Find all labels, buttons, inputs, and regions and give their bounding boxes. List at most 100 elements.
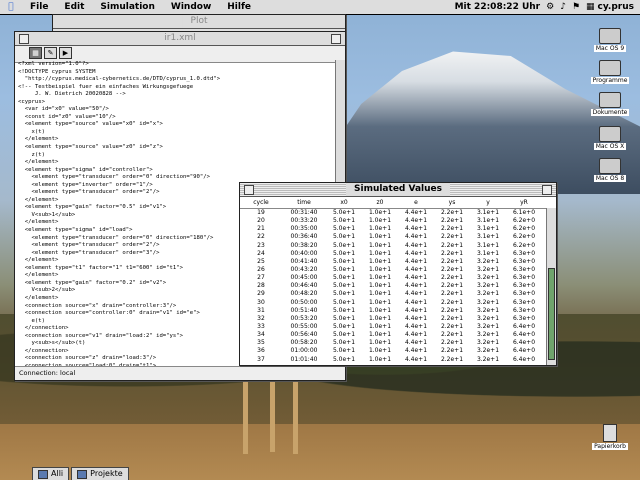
apple-menu-icon[interactable]:  [0, 2, 22, 12]
code-line: x(t) [18, 128, 45, 135]
table-cell: 3.1e+1 [476, 209, 500, 216]
xml-window-title: ir1.xml [156, 32, 204, 45]
desktop-icon-label: Dokumente [590, 109, 630, 116]
desktop-icon-programme[interactable]: Programme [585, 60, 635, 84]
desktop-icon-macos9[interactable]: Mac OS 9 [585, 28, 635, 52]
table-row: 25 00:41:40 5.0e+1 1.0e+1 4.4e+1 2.2e+1 3.2e+1… [240, 258, 546, 266]
table-cell: 2.2e+1 [440, 257, 464, 265]
table-cell: 6.1e+0 [512, 209, 536, 216]
table-row: 21 00:35:00 5.0e+1 1.0e+1 4.4e+1 2.2e+1 3.1e+1… [240, 225, 546, 233]
table-cell: 01:00:00 [290, 347, 318, 355]
xml-titlebar[interactable]: ir1.xml [15, 32, 345, 46]
table-cell: 1.0e+1 [368, 241, 392, 249]
table-cell: 4.4e+1 [404, 265, 428, 273]
menu-window[interactable]: Window [163, 2, 219, 12]
trash-icon[interactable]: Papierkorb [588, 424, 632, 450]
table-cell: 6.4e+0 [512, 347, 536, 355]
table-cell: 3.2e+1 [476, 314, 500, 322]
plot-titlebar[interactable]: Plot [53, 15, 345, 29]
application-menu[interactable]: ▦ cy.prus [586, 2, 634, 12]
tab-projekte[interactable]: Projekte [71, 467, 129, 480]
table-cell: 3.1e+1 [476, 217, 500, 225]
desktop-icon-label: Mac OS 8 [593, 175, 627, 182]
menu-simulation[interactable]: Simulation [92, 2, 163, 12]
table-cell: 3.2e+1 [476, 331, 500, 339]
desktop-icon-label: Programme [590, 77, 630, 84]
column-header[interactable]: e [398, 197, 434, 208]
zoom-box-icon[interactable] [331, 34, 341, 44]
grid-icon[interactable]: ▦ [29, 47, 42, 59]
zoom-box-icon[interactable] [542, 185, 552, 195]
code-line: <element type="transducer" order="0" dir… [18, 174, 210, 181]
table-cell: 2.2e+1 [440, 274, 464, 282]
close-box-icon[interactable] [19, 34, 29, 44]
table-cell: 00:55:00 [290, 322, 318, 330]
table-cell: 2.2e+1 [440, 314, 464, 322]
table-cell: 4.4e+1 [404, 217, 428, 225]
column-header[interactable]: y [470, 197, 506, 208]
column-header[interactable]: cycle [240, 197, 282, 208]
code-line: <!-- Testbeispiel fuer ein einfaches Wir… [18, 83, 194, 90]
table-cell: 6.3e+0 [512, 257, 536, 265]
table-cell: 00:53:20 [290, 314, 318, 322]
table-row: 26 00:43:20 5.0e+1 1.0e+1 4.4e+1 2.2e+1 3.2e+1… [240, 266, 546, 274]
column-header[interactable]: x0 [326, 197, 362, 208]
table-cell: 1.0e+1 [368, 339, 392, 347]
table-cell: 1.0e+1 [368, 282, 392, 290]
table-cell: 1.0e+1 [368, 265, 392, 273]
xml-status-bar: Connection: local [15, 366, 345, 380]
column-header[interactable]: z0 [362, 197, 398, 208]
desktop-icon-macos8[interactable]: Mac OS 8 [585, 158, 635, 182]
table-cell: 4.4e+1 [404, 290, 428, 298]
desktop-icon-macosx[interactable]: Mac OS X [585, 126, 635, 150]
table-cell: 3.1e+1 [476, 233, 500, 241]
edit-icon[interactable]: ✎ [44, 47, 57, 59]
table-cell: 5.0e+1 [332, 233, 356, 241]
sim-vertical-scrollbar[interactable] [546, 208, 556, 365]
sim-scroll-thumb[interactable] [548, 268, 555, 360]
table-cell: 2.2e+1 [440, 241, 464, 249]
table-cell: 4.4e+1 [404, 331, 428, 339]
menu-file[interactable]: File [22, 2, 56, 12]
table-cell: 32 [257, 314, 265, 322]
table-cell: 4.4e+1 [404, 274, 428, 282]
column-header[interactable]: ys [434, 197, 470, 208]
table-cell: 6.3e+0 [512, 265, 536, 273]
code-line: <!DOCTYPE cyprus SYSTEM [18, 68, 96, 75]
table-cell: 6.4e+0 [512, 355, 536, 363]
desktop-icon-dokumente[interactable]: Dokumente [585, 92, 635, 116]
column-header[interactable]: time [282, 197, 326, 208]
folder-icon [599, 92, 621, 108]
sim-table-body: 19 00:31:40 5.0e+1 1.0e+1 4.4e+1 2.2e+1 3.1e+1… [240, 209, 556, 364]
table-cell: 6.4e+0 [512, 331, 536, 339]
simulated-values-window[interactable]: Simulated Values cycle time x0 z0 e ys y yR 19 0… [239, 182, 557, 366]
table-cell: 4.4e+1 [404, 314, 428, 322]
code-line: </element> [18, 159, 59, 166]
table-cell: 4.4e+1 [404, 298, 428, 306]
menu-edit[interactable]: Edit [56, 2, 92, 12]
table-cell: 3.2e+1 [476, 306, 500, 314]
table-cell: 6.3e+0 [512, 249, 536, 257]
table-cell: 1.0e+1 [368, 290, 392, 298]
menu-hilfe[interactable]: Hilfe [219, 2, 259, 12]
table-cell: 2.2e+1 [440, 355, 464, 363]
code-line: <element type="sigma" id="controller"> [18, 166, 153, 173]
menubar-volume-icon[interactable]: ♪ [560, 2, 566, 12]
tab-alli[interactable]: Alli [32, 467, 70, 480]
table-cell: 5.0e+1 [332, 257, 356, 265]
menubar-status-icon[interactable]: ⚙ [546, 2, 554, 12]
sim-titlebar[interactable]: Simulated Values [240, 183, 556, 197]
table-row: 28 00:46:40 5.0e+1 1.0e+1 4.4e+1 2.2e+1 3.2e+1… [240, 282, 546, 290]
table-cell: 2.2e+1 [440, 290, 464, 298]
table-row: 31 00:51:40 5.0e+1 1.0e+1 4.4e+1 2.2e+1 3.2e+1… [240, 307, 546, 315]
table-cell: 4.4e+1 [404, 322, 428, 330]
close-box-icon[interactable] [244, 185, 254, 195]
table-cell: 5.0e+1 [332, 265, 356, 273]
menubar-clock[interactable]: Mit 22:08:22 Uhr [455, 2, 541, 12]
table-cell: 6.3e+0 [512, 306, 536, 314]
column-header[interactable]: yR [506, 197, 542, 208]
play-icon[interactable]: ▶ [59, 47, 72, 59]
menu-bar:  File Edit Simulation Window Hilfe Mit … [0, 0, 640, 15]
menubar-flag-icon[interactable]: ⚑ [572, 2, 580, 12]
table-row: 36 01:00:00 5.0e+1 1.0e+1 4.4e+1 2.2e+1 3.2e+1… [240, 347, 546, 355]
